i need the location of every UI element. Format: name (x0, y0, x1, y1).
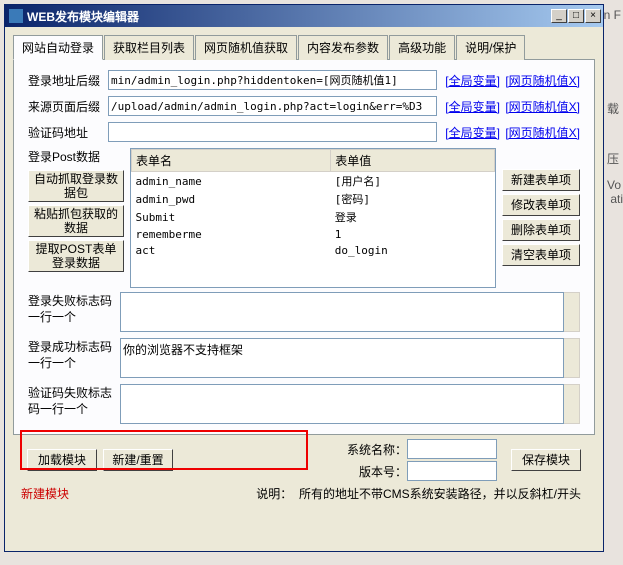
window-title: WEB发布模块编辑器 (27, 8, 551, 25)
titlebar[interactable]: WEB发布模块编辑器 _ □ × (5, 5, 603, 27)
post-data-table[interactable]: 表单名表单值 admin_name[用户名] admin_pwd[密码] Sub… (130, 148, 496, 288)
table-row[interactable]: Submit登录 (132, 208, 495, 226)
table-row[interactable]: actdo_login (132, 242, 495, 258)
tabpanel-auto-login: 登录地址后缀 [全局变量] [网页随机值X] 来源页面后缀 [全局变量] [网页… (13, 60, 595, 435)
referer-label: 来源页面后缀 (28, 98, 108, 115)
system-name-input[interactable] (407, 439, 497, 459)
table-row[interactable]: admin_name[用户名] (132, 172, 495, 191)
captcha-fail-label: 验证码失败标志码一行一个 (28, 384, 120, 424)
tab-help[interactable]: 说明/保护 (456, 35, 525, 60)
auto-capture-button[interactable]: 自动抓取登录数据包 (28, 170, 124, 202)
tab-auto-login[interactable]: 网站自动登录 (13, 35, 103, 60)
login-fail-label: 登录失败标志码一行一个 (28, 292, 120, 332)
link-random-val[interactable]: [网页随机值X] (505, 100, 580, 114)
status-help: 说明： 所有的地址不带CMS系统安装路径，并以反斜杠/开头 (69, 485, 581, 502)
system-name-label: 系统名称： (347, 441, 407, 458)
extract-post-button[interactable]: 提取POST表单登录数据 (28, 240, 124, 272)
edit-item-button[interactable]: 修改表单项 (502, 194, 580, 216)
link-random-val[interactable]: [网页随机值X] (505, 74, 580, 88)
status-mode: 新建模块 (21, 485, 69, 502)
bg-text: n F (604, 8, 621, 22)
bg-text: ati (610, 192, 623, 206)
link-global-var[interactable]: [全局变量] (445, 100, 500, 114)
login-fail-textarea[interactable] (120, 292, 564, 332)
bg-text: Vo (607, 178, 621, 192)
captcha-label: 验证码地址 (28, 124, 108, 141)
login-addr-input[interactable] (108, 70, 437, 90)
load-module-button[interactable]: 加载模块 (27, 449, 97, 471)
col-form-value[interactable]: 表单值 (331, 150, 495, 172)
login-success-textarea[interactable]: 你的浏览器不支持框架 (120, 338, 564, 378)
close-button[interactable]: × (585, 9, 601, 23)
link-random-val[interactable]: [网页随机值X] (505, 126, 580, 140)
tab-column-list[interactable]: 获取栏目列表 (104, 35, 194, 60)
scrollbar[interactable] (564, 384, 580, 424)
app-icon (9, 9, 23, 23)
link-global-var[interactable]: [全局变量] (445, 126, 500, 140)
login-success-label: 登录成功标志码一行一个 (28, 338, 120, 378)
maximize-button[interactable]: □ (568, 9, 584, 23)
link-global-var[interactable]: [全局变量] (445, 74, 500, 88)
save-module-button[interactable]: 保存模块 (511, 449, 581, 471)
scrollbar[interactable] (564, 292, 580, 332)
tab-random-value[interactable]: 网页随机值获取 (195, 35, 297, 60)
table-row[interactable]: admin_pwd[密码] (132, 190, 495, 208)
post-data-label: 登录Post数据 (28, 148, 124, 165)
clear-items-button[interactable]: 清空表单项 (502, 244, 580, 266)
captcha-fail-textarea[interactable] (120, 384, 564, 424)
captcha-input[interactable] (108, 122, 437, 142)
new-reset-button[interactable]: 新建/重置 (103, 449, 173, 471)
bg-text: 压 (607, 150, 619, 167)
delete-item-button[interactable]: 删除表单项 (502, 219, 580, 241)
tabstrip: 网站自动登录 获取栏目列表 网页随机值获取 内容发布参数 高级功能 说明/保护 (13, 35, 595, 60)
referer-input[interactable] (108, 96, 437, 116)
scrollbar[interactable] (564, 338, 580, 378)
bg-text: 载 (607, 100, 619, 117)
table-row[interactable]: rememberme1 (132, 226, 495, 242)
editor-window: WEB发布模块编辑器 _ □ × 网站自动登录 获取栏目列表 网页随机值获取 内… (4, 4, 604, 552)
col-form-name[interactable]: 表单名 (132, 150, 331, 172)
paste-capture-button[interactable]: 粘贴抓包获取的数据 (28, 205, 124, 237)
tab-advanced[interactable]: 高级功能 (389, 35, 455, 60)
version-label: 版本号： (359, 463, 407, 480)
new-item-button[interactable]: 新建表单项 (502, 169, 580, 191)
version-input[interactable] (407, 461, 497, 481)
minimize-button[interactable]: _ (551, 9, 567, 23)
login-addr-label: 登录地址后缀 (28, 72, 108, 89)
tab-publish-params[interactable]: 内容发布参数 (298, 35, 388, 60)
